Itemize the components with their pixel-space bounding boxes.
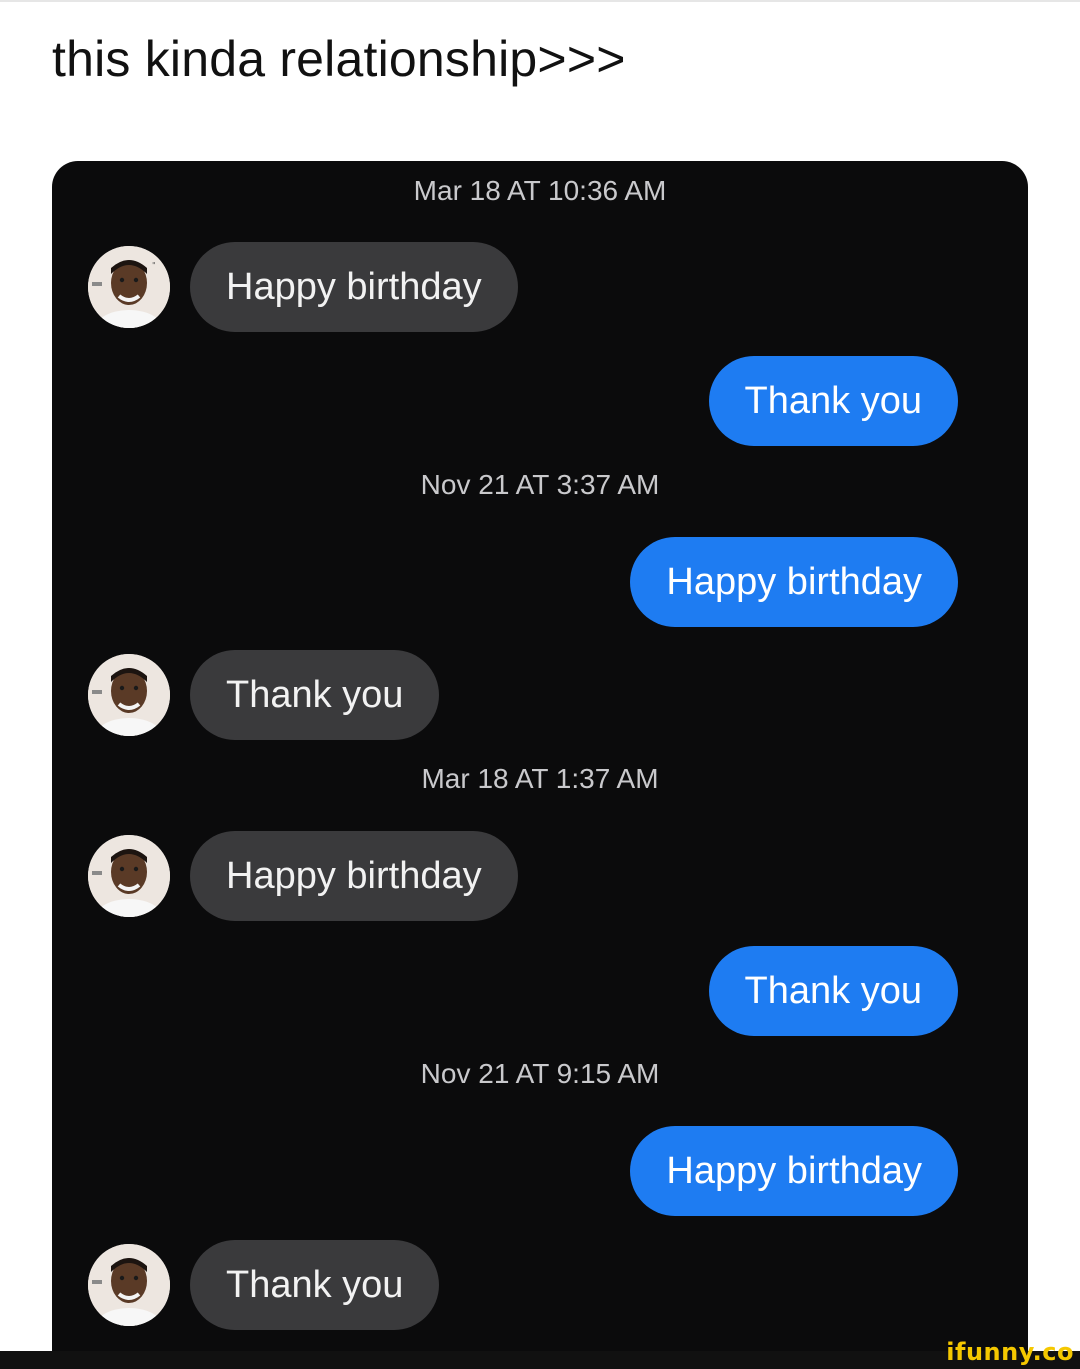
message-bubble-incoming[interactable]: Thank you — [190, 650, 440, 740]
message-row-incoming: Thank you — [88, 1240, 440, 1330]
message-bubble-outgoing[interactable]: Happy birthday — [630, 1126, 958, 1216]
message-bubble-outgoing[interactable]: Happy birthday — [630, 537, 958, 627]
chat-screenshot: Mar 18 AT 10:36 AM " Happy birthday Than… — [52, 161, 1028, 1351]
bottom-bar — [0, 1351, 1080, 1369]
ifunny-watermark: ifunny.co — [946, 1338, 1074, 1366]
message-row-outgoing: Happy birthday — [630, 537, 958, 627]
message-bubble-outgoing[interactable]: Thank you — [708, 356, 958, 446]
contact-avatar-icon[interactable] — [88, 1244, 170, 1326]
message-row-outgoing: Thank you — [708, 946, 958, 1036]
svg-text:": " — [152, 261, 156, 270]
message-bubble-incoming[interactable]: Happy birthday — [190, 831, 518, 921]
message-bubble-incoming[interactable]: Thank you — [190, 1240, 440, 1330]
timestamp: Nov 21 AT 9:15 AM — [420, 1058, 660, 1089]
meme-post: this kinda relationship>>> Mar 18 AT 10:… — [0, 0, 1080, 1369]
timestamp: Nov 21 AT 3:37 AM — [420, 469, 660, 500]
contact-avatar-icon[interactable] — [88, 835, 170, 917]
message-row-incoming: Thank you — [88, 650, 440, 740]
message-row-outgoing: Happy birthday — [630, 1126, 958, 1216]
post-caption: this kinda relationship>>> — [52, 31, 626, 87]
timestamp: Mar 18 AT 10:36 AM — [413, 175, 667, 206]
message-row-outgoing: Thank you — [708, 356, 958, 446]
contact-avatar-icon[interactable] — [88, 654, 170, 736]
message-bubble-incoming[interactable]: Happy birthday — [190, 242, 518, 332]
message-row-incoming: Happy birthday — [88, 831, 518, 921]
message-bubble-outgoing[interactable]: Thank you — [708, 946, 958, 1036]
contact-avatar-icon[interactable]: " — [88, 246, 170, 328]
top-divider — [0, 0, 1080, 2]
message-row-incoming: " Happy birthday — [88, 242, 518, 332]
timestamp: Mar 18 AT 1:37 AM — [421, 763, 659, 794]
